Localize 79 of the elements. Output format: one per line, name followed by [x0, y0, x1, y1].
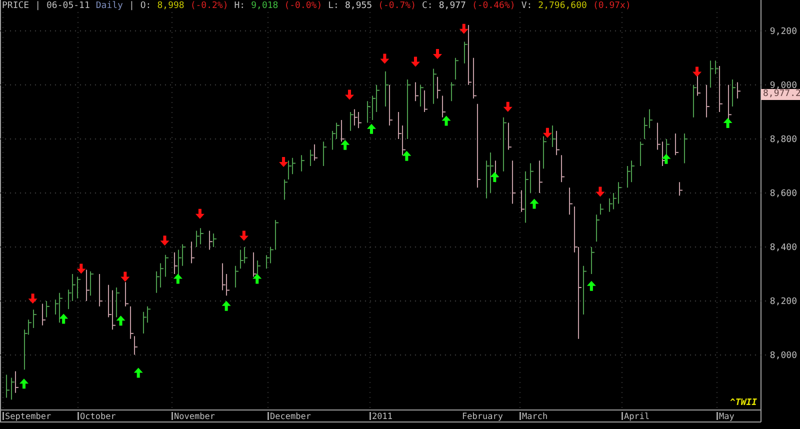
y-axis-label: 8,000: [770, 351, 797, 362]
up-arrow-icon: [586, 280, 596, 291]
y-axis-label: 8,200: [770, 297, 797, 308]
date-label: 06-05-11: [46, 0, 90, 12]
price-bar: [99, 274, 103, 307]
x-axis-label: September: [5, 412, 52, 422]
up-arrow-icon: [340, 140, 350, 150]
quote-value: 8,977: [438, 0, 466, 12]
x-axis-label: December: [270, 412, 311, 422]
price-bar: [684, 133, 688, 164]
up-arrow-icon: [20, 378, 28, 389]
quote-change: (-0.7%): [378, 0, 416, 12]
down-arrow-icon: [345, 90, 354, 100]
up-arrow-icon: [222, 300, 231, 311]
quote-label: O:: [140, 0, 152, 12]
y-axis-label: 9,000: [770, 80, 797, 91]
quote-change: (-0.46%): [472, 0, 516, 12]
up-arrow-icon: [490, 172, 500, 182]
price-bar: [640, 141, 644, 166]
up-arrow-icon: [252, 274, 262, 284]
up-arrow-icon: [442, 116, 451, 126]
down-arrow-icon: [542, 128, 552, 138]
quote-change: (-0.0%): [284, 0, 322, 12]
chart-title: PRICE: [2, 0, 30, 12]
down-arrow-icon: [459, 24, 468, 34]
down-arrow-icon: [120, 272, 130, 282]
quote-change: (0.97x): [592, 0, 631, 12]
price-bar: [591, 246, 595, 275]
quote-label: H:: [234, 0, 246, 12]
up-arrow-icon: [134, 368, 143, 378]
up-arrow-icon: [173, 274, 182, 284]
quote-label: L:: [328, 0, 339, 12]
down-arrow-icon: [432, 48, 442, 59]
x-axis-label: 2011: [372, 412, 392, 422]
x-axis-label: November: [174, 412, 215, 422]
down-arrow-icon: [596, 186, 605, 197]
down-arrow-icon: [411, 56, 420, 67]
up-arrow-icon: [530, 198, 539, 209]
x-axis-label: May: [719, 412, 734, 422]
up-arrow-icon: [367, 124, 376, 134]
down-arrow-icon: [195, 208, 204, 219]
x-axis-label: April: [624, 412, 650, 422]
price-bar: [323, 141, 327, 166]
price-bar: [512, 160, 516, 204]
quote-label: V:: [521, 0, 532, 12]
down-arrow-icon: [692, 66, 702, 77]
down-arrow-icon: [239, 230, 248, 241]
down-arrow-icon: [160, 236, 170, 246]
up-arrow-icon: [723, 118, 732, 128]
x-axis-label: October: [80, 412, 116, 422]
y-axis-label: 9,200: [770, 26, 797, 37]
price-bar: [675, 133, 679, 156]
down-arrow-icon: [76, 264, 86, 274]
separator: |: [128, 0, 134, 12]
up-arrow-icon: [59, 314, 68, 324]
quote-label: C:: [422, 0, 433, 12]
up-arrow-icon: [402, 150, 412, 161]
up-arrow-icon: [662, 154, 671, 164]
last-price-label: 8,977.2: [761, 89, 800, 100]
quote-change: (-0.2%): [190, 0, 228, 12]
y-axis-label: 8,800: [770, 134, 797, 145]
price-bar: [679, 182, 683, 196]
up-arrow-icon: [116, 316, 126, 326]
y-axis-label: 8,400: [770, 243, 797, 253]
price-bar: [301, 154, 305, 172]
quote-value: 8,955: [344, 0, 372, 12]
separator: |: [35, 0, 41, 12]
down-arrow-icon: [279, 157, 288, 167]
symbol-label: ^TWII: [730, 397, 758, 409]
quote-value: 9,018: [251, 0, 278, 12]
y-axis-label: 8,600: [770, 188, 797, 199]
down-arrow-icon: [380, 54, 390, 64]
x-axis-label: March: [522, 412, 548, 422]
quote-value: 8,998: [157, 0, 184, 12]
quote-value: 2,796,600: [538, 0, 587, 12]
down-arrow-icon: [503, 102, 512, 112]
x-axis-label: February: [462, 412, 503, 422]
down-arrow-icon: [28, 294, 38, 304]
interval-label: Daily: [96, 0, 123, 12]
